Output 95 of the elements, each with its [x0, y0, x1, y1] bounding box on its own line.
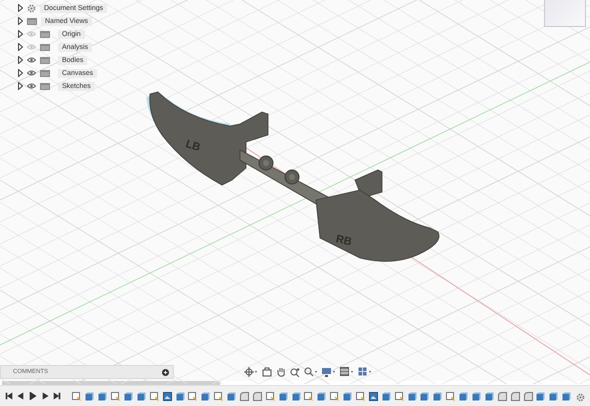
sketch-icon [111, 392, 120, 400]
timeline-feature[interactable] [329, 390, 340, 402]
image-icon [368, 392, 378, 400]
timeline-feature[interactable] [304, 390, 314, 402]
timeline-feature[interactable] [187, 390, 198, 402]
timeline-feature[interactable] [162, 390, 173, 402]
timeline-feature[interactable] [174, 390, 186, 402]
pan-button[interactable] [276, 366, 286, 378]
body-icon [459, 392, 468, 400]
timeline-feature[interactable] [496, 390, 508, 402]
body-icon [201, 392, 210, 400]
body-icon [562, 392, 572, 400]
sketch-icon [266, 392, 275, 400]
body-icon [433, 392, 442, 400]
timeline-feature[interactable] [278, 390, 289, 402]
viewports-button[interactable] [358, 366, 372, 378]
go-to-start-button[interactable] [4, 390, 14, 402]
timeline-feature[interactable] [458, 390, 470, 402]
sketch-icon [188, 392, 198, 400]
timeline-feature[interactable] [368, 390, 379, 402]
sketch-icon [330, 392, 340, 400]
orbit-button[interactable] [244, 366, 258, 378]
timeline-feature[interactable] [536, 390, 546, 402]
grid-settings-button[interactable] [340, 366, 354, 378]
body-icon [85, 392, 94, 400]
timeline-feature[interactable] [394, 390, 405, 402]
timeline-feature[interactable] [548, 390, 560, 402]
body-icon [136, 392, 146, 400]
look-at-button[interactable] [262, 366, 272, 378]
playback-icon [4, 392, 13, 400]
timeline-feature[interactable] [213, 390, 224, 402]
timeline-feature[interactable] [252, 390, 263, 402]
timeline-feature[interactable] [445, 390, 456, 402]
timeline-scrollbar[interactable] [2, 381, 220, 385]
image-icon [162, 392, 172, 400]
body-icon [408, 392, 417, 400]
add-comment-icon[interactable] [162, 368, 169, 376]
timeline-feature[interactable] [342, 390, 354, 402]
sketch-icon [304, 392, 314, 400]
timeline-feature[interactable] [510, 390, 521, 402]
zoom-window-button[interactable] [304, 366, 318, 378]
sketch-icon [394, 392, 404, 400]
play-button[interactable] [28, 390, 38, 402]
timeline-feature[interactable] [264, 390, 276, 402]
body-icon [98, 392, 108, 400]
timeline-feature[interactable] [226, 390, 238, 402]
timeline-feature[interactable] [123, 390, 134, 402]
timeline-feature[interactable] [290, 390, 302, 402]
sketch-icon [214, 392, 224, 400]
body-icon [278, 392, 288, 400]
body-icon [382, 392, 391, 400]
body-icon [227, 392, 236, 400]
timeline-feature[interactable] [110, 390, 122, 402]
timeline-feature[interactable] [561, 390, 572, 402]
settings-icon [27, 4, 36, 12]
sketch-icon [72, 392, 82, 400]
playback-icon [52, 392, 61, 400]
eye-icon[interactable] [27, 83, 36, 89]
timeline-feature[interactable] [471, 390, 482, 402]
go-to-end-button[interactable] [52, 390, 62, 402]
display-settings-button[interactable] [322, 366, 336, 378]
settings-icon [576, 393, 585, 402]
timeline-feature[interactable] [316, 390, 328, 402]
body-icon [472, 392, 482, 400]
body-icon [343, 392, 352, 400]
sketch-icon [150, 392, 159, 400]
body-icon [549, 392, 558, 400]
timeline-feature[interactable] [97, 390, 108, 402]
eye-icon[interactable] [27, 70, 36, 76]
timeline-feature[interactable] [522, 390, 534, 402]
sketch-icon [446, 392, 456, 400]
sketch-icon [356, 392, 365, 400]
body-icon [292, 392, 301, 400]
zoom-button[interactable] [290, 366, 300, 378]
timeline-feature[interactable] [406, 390, 418, 402]
body-icon [420, 392, 430, 400]
step-back-button[interactable] [16, 390, 26, 402]
body-icon [124, 392, 133, 400]
timeline-feature[interactable] [200, 390, 212, 402]
body-icon [317, 392, 326, 400]
body-icon [176, 392, 185, 400]
eye-icon[interactable] [27, 57, 36, 63]
body-icon [484, 392, 494, 400]
timeline-feature[interactable] [71, 390, 82, 402]
timeline-feature[interactable] [380, 390, 392, 402]
body-icon [536, 392, 546, 400]
timeline-feature[interactable] [420, 390, 430, 402]
timeline-feature[interactable] [239, 390, 250, 402]
timeline-feature[interactable] [432, 390, 444, 402]
step-forward-button[interactable] [40, 390, 50, 402]
timeline-feature[interactable] [148, 390, 160, 402]
timeline-feature[interactable] [355, 390, 366, 402]
timeline-feature[interactable] [484, 390, 495, 402]
timeline-feature[interactable] [84, 390, 96, 402]
timeline-feature[interactable] [136, 390, 147, 402]
